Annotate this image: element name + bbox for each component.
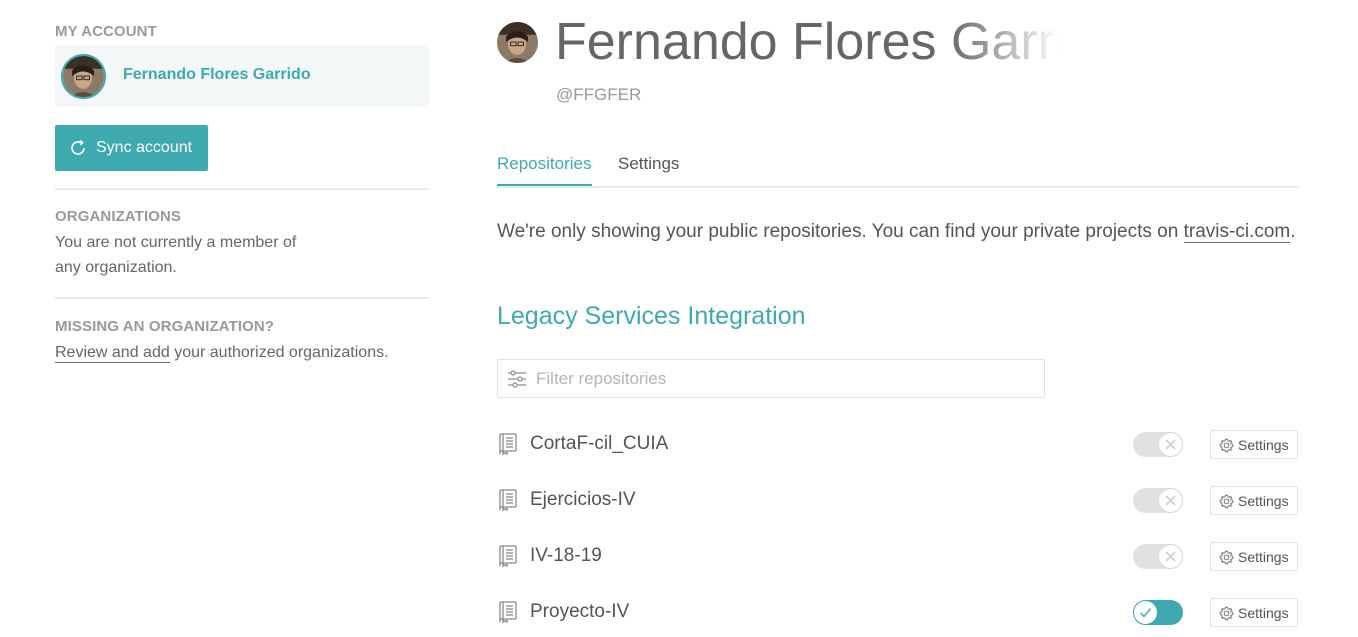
tab-repositories[interactable]: Repositories [497, 154, 592, 186]
repo-book-icon [499, 489, 517, 511]
settings-button-label: Settings [1238, 605, 1289, 621]
notice-text: We're only showing your public repositor… [497, 221, 1184, 242]
organizations-text-line2: any organization. [55, 259, 177, 276]
section-title: Legacy Services Integration [497, 302, 806, 330]
x-icon [1165, 495, 1176, 506]
check-icon [1140, 608, 1152, 618]
missing-organization-heading: MISSING AN ORGANIZATION? [55, 318, 275, 335]
repository-row: Ejercicios-IV Settings [497, 481, 1298, 521]
gear-icon [1219, 550, 1234, 565]
my-account-heading: MY ACCOUNT [55, 23, 157, 40]
filter-sliders-icon [508, 370, 526, 388]
repository-row: Proyecto-IV Settings [497, 593, 1298, 633]
repo-book-icon [499, 601, 517, 623]
profile-tabs: Repositories Settings [497, 150, 1298, 188]
toggle-knob [1158, 488, 1183, 513]
organizations-heading: ORGANIZATIONS [55, 208, 182, 225]
toggle-knob [1158, 432, 1183, 457]
profile-name: Fernando Flores Garrido [555, 13, 1060, 71]
repository-row: IV-18-19 Settings [497, 537, 1298, 577]
filter-box[interactable] [497, 359, 1045, 398]
gear-icon [1219, 606, 1234, 621]
settings-button-label: Settings [1238, 437, 1289, 453]
filter-repositories-input[interactable] [536, 360, 1036, 397]
tab-underline-rule [497, 186, 1298, 188]
repository-name[interactable]: Ejercicios-IV [530, 489, 636, 511]
settings-button-label: Settings [1238, 549, 1289, 565]
organizations-text-line1: You are not currently a member of [55, 234, 297, 251]
tab-settings[interactable]: Settings [618, 154, 679, 184]
divider [55, 188, 429, 190]
repo-book-icon [499, 545, 517, 567]
divider [55, 297, 429, 299]
repository-settings-button[interactable]: Settings [1210, 542, 1298, 571]
gear-icon [1219, 438, 1234, 453]
repo-book-icon [499, 433, 517, 455]
repository-name[interactable]: IV-18-19 [530, 545, 602, 567]
gear-icon [1219, 494, 1234, 509]
public-repos-notice: We're only showing your public repositor… [497, 221, 1296, 243]
repository-toggle[interactable] [1133, 432, 1183, 457]
repository-toggle[interactable] [1133, 600, 1183, 625]
sync-icon [71, 139, 85, 155]
repository-toggle[interactable] [1133, 544, 1183, 569]
x-icon [1165, 439, 1176, 450]
profile-handle: @FFGFER [556, 85, 642, 104]
profile-avatar [497, 22, 538, 63]
travis-ci-com-link[interactable]: travis-ci.com [1183, 221, 1291, 243]
review-organizations-rest: your authorized organizations. [169, 344, 389, 361]
repository-toggle[interactable] [1133, 488, 1183, 513]
notice-end: . [1290, 221, 1296, 242]
toggle-knob [1133, 600, 1158, 625]
repository-settings-button[interactable]: Settings [1210, 598, 1298, 627]
repository-name[interactable]: CortaF-cil_CUIA [530, 433, 668, 455]
account-card[interactable]: Fernando Flores Garrido [55, 45, 429, 107]
settings-button-label: Settings [1238, 493, 1289, 509]
repository-settings-button[interactable]: Settings [1210, 486, 1298, 515]
x-icon [1165, 551, 1176, 562]
toggle-knob [1158, 544, 1183, 569]
review-organizations-link[interactable]: Review and add [55, 344, 170, 363]
repository-name[interactable]: Proyecto-IV [530, 601, 629, 623]
sync-account-label: Sync account [96, 139, 193, 156]
avatar [61, 54, 106, 99]
repository-settings-button[interactable]: Settings [1210, 430, 1298, 459]
account-name-link[interactable]: Fernando Flores Garrido [123, 66, 311, 84]
repository-row: CortaF-cil_CUIA Settings [497, 425, 1298, 465]
missing-organization-text: Review and add your authorized organizat… [55, 340, 389, 365]
sync-account-button[interactable]: Sync account [55, 125, 208, 171]
